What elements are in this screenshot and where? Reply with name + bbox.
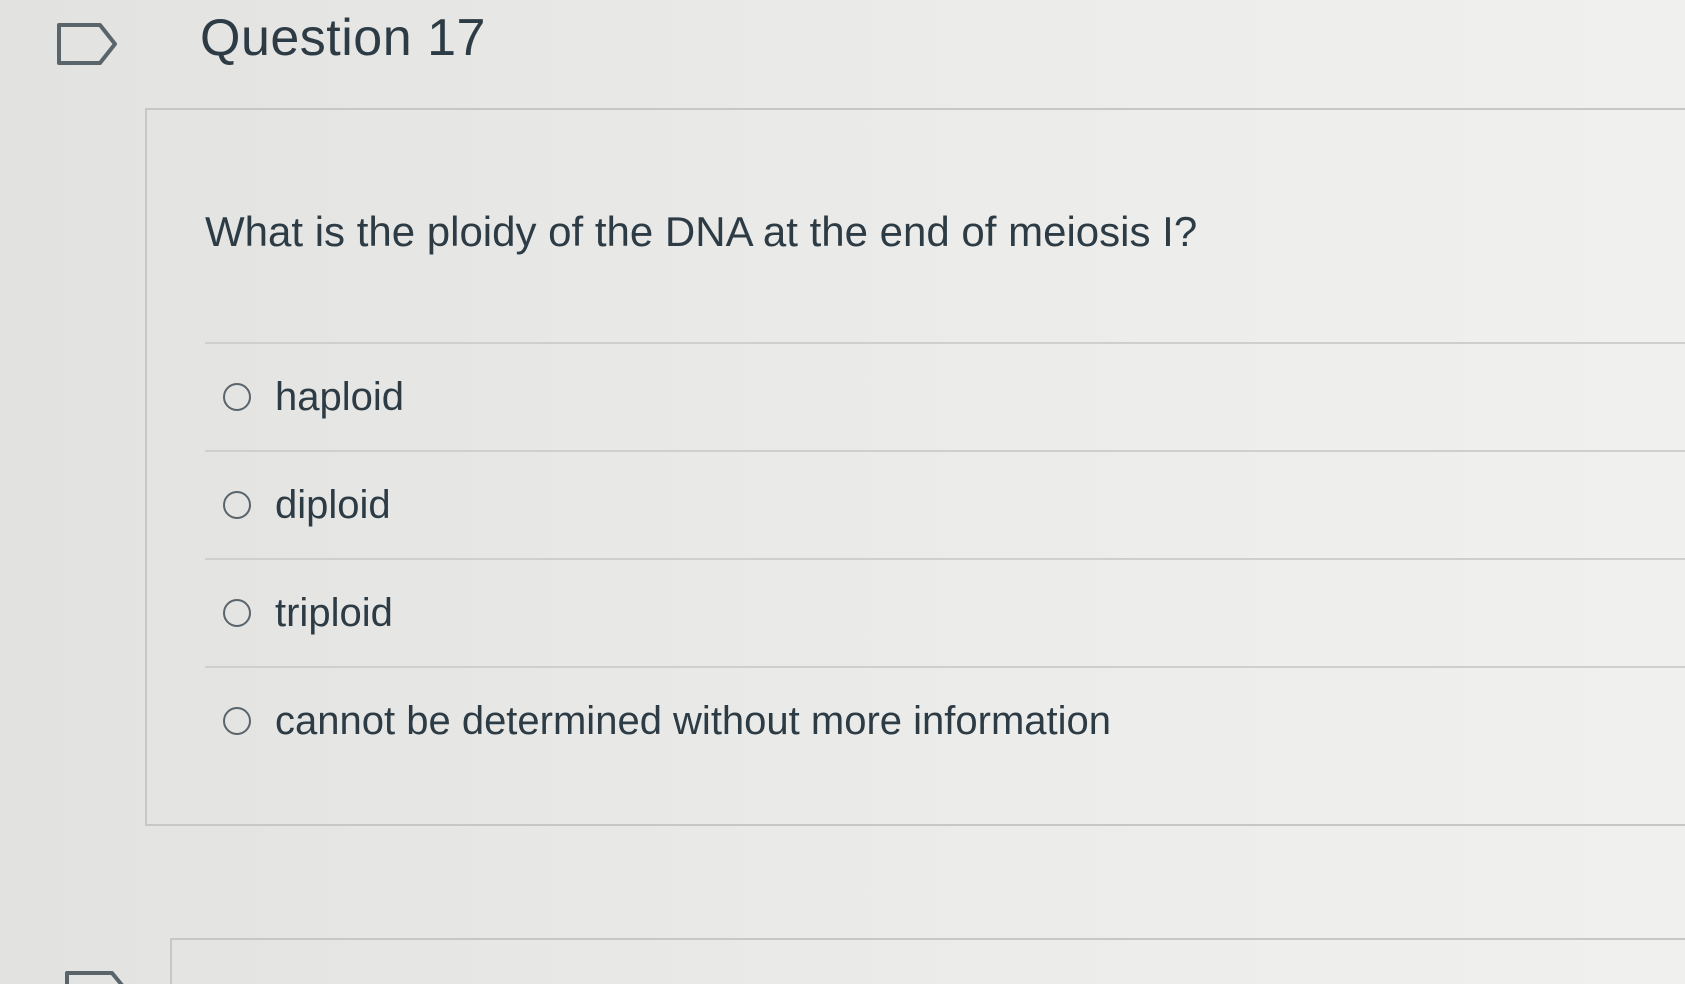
answer-option-triploid[interactable]: triploid [205,558,1685,666]
next-question-card [170,938,1685,984]
flag-question-icon[interactable] [64,970,134,984]
answer-option-cannot-be-determined[interactable]: cannot be determined without more inform… [205,666,1685,774]
answer-label: triploid [275,590,393,635]
answer-label: haploid [275,374,405,419]
quiz-page: Question 17 What is the ploidy of the DN… [0,0,1685,984]
question-text: What is the ploidy of the DNA at the end… [205,208,1198,255]
radio-button-icon[interactable] [223,491,251,519]
answer-option-haploid[interactable]: haploid [205,342,1685,450]
question-title: Question 17 [200,9,486,67]
flag-question-icon[interactable] [56,22,118,66]
radio-button-icon[interactable] [223,383,251,411]
answer-list: haploid diploid triploid cannot be deter… [205,342,1685,774]
radio-button-icon[interactable] [223,707,251,735]
answer-option-diploid[interactable]: diploid [205,450,1685,558]
answer-label: cannot be determined without more inform… [275,698,1112,743]
answer-label: diploid [275,482,391,527]
radio-button-icon[interactable] [223,599,251,627]
